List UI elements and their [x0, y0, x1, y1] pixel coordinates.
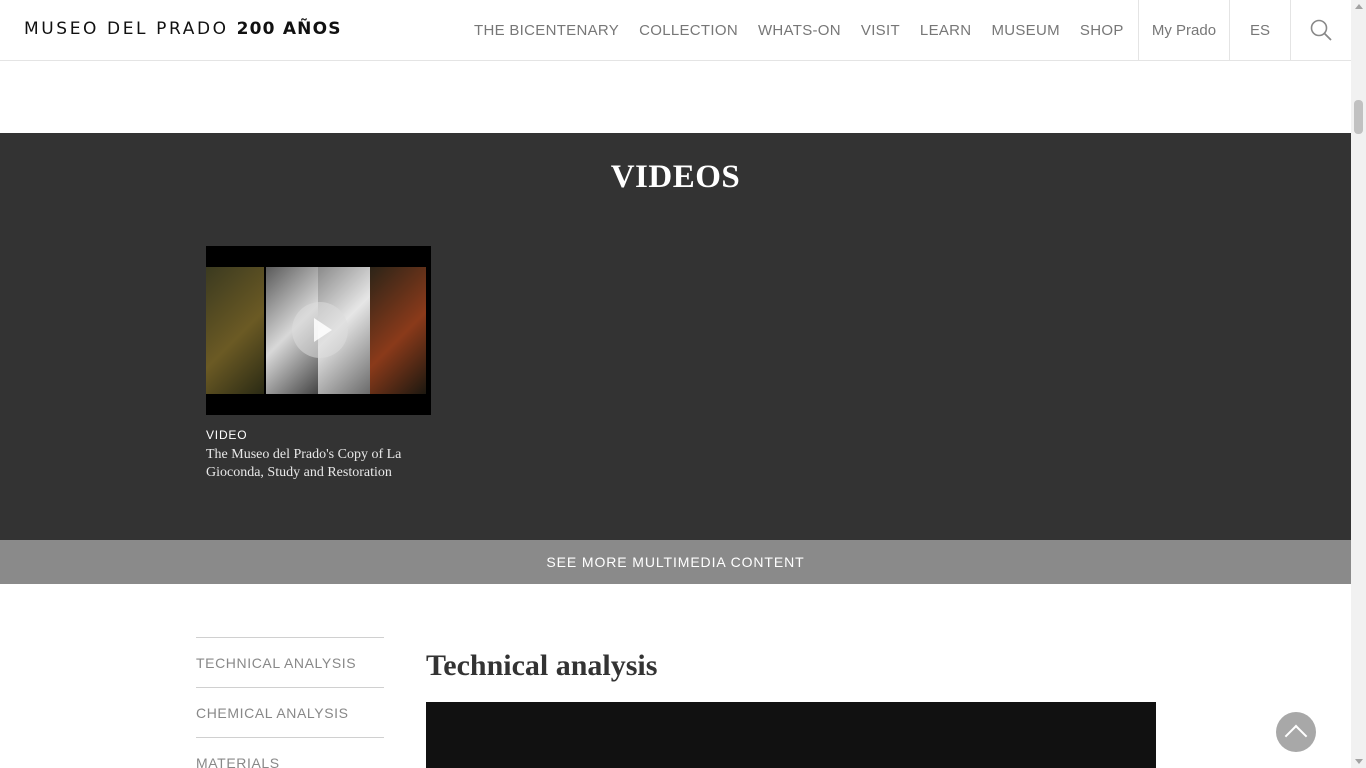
logo-text: MUSEO DEL PRADO [24, 19, 229, 39]
scrollbar-thumb[interactable] [1354, 100, 1363, 134]
search-icon [1310, 19, 1332, 41]
main-nav: THE BICENTENARY COLLECTION WHATS-ON VISI… [464, 0, 1134, 60]
video-type-label: VIDEO [206, 428, 248, 442]
nav-museum[interactable]: MUSEUM [981, 22, 1069, 39]
technical-analysis-image [426, 702, 1156, 768]
video-title-link[interactable]: The Museo del Prado's Copy of La Giocond… [206, 446, 431, 482]
header-actions: My Prado ES [1138, 0, 1351, 60]
nav-collection[interactable]: COLLECTION [629, 22, 748, 39]
search-button[interactable] [1290, 0, 1351, 60]
side-item-chemical-analysis[interactable]: CHEMICAL ANALYSIS [196, 687, 384, 737]
language-switch[interactable]: ES [1229, 0, 1290, 60]
analysis-side-menu: TECHNICAL ANALYSIS CHEMICAL ANALYSIS MAT… [196, 637, 384, 768]
site-header: MUSEO DEL PRADO 200 AÑOS THE BICENTENARY… [0, 0, 1351, 61]
logo-bold-text: 200 AÑOS [236, 19, 342, 39]
side-item-technical-analysis[interactable]: TECHNICAL ANALYSIS [196, 637, 384, 687]
nav-whats-on[interactable]: WHATS-ON [748, 22, 851, 39]
scroll-up-arrow-icon[interactable] [1355, 4, 1363, 9]
nav-learn[interactable]: LEARN [910, 22, 982, 39]
nav-shop[interactable]: SHOP [1070, 22, 1134, 39]
videos-section: VIDEOS VIDEO The Museo del Prado's Copy … [0, 133, 1351, 540]
see-more-multimedia-button[interactable]: SEE MORE MULTIMEDIA CONTENT [0, 540, 1351, 584]
my-prado-link[interactable]: My Prado [1138, 0, 1229, 60]
nav-the-bicentenary[interactable]: THE BICENTENARY [464, 22, 629, 39]
nav-visit[interactable]: VISIT [851, 22, 910, 39]
videos-heading: VIDEOS [610, 159, 741, 195]
scroll-down-arrow-icon[interactable] [1355, 759, 1363, 764]
side-item-materials[interactable]: MATERIALS [196, 737, 384, 768]
page-scrollbar[interactable] [1351, 0, 1366, 768]
video-thumbnail[interactable] [206, 246, 431, 415]
play-icon[interactable] [292, 302, 348, 358]
site-logo[interactable]: MUSEO DEL PRADO 200 AÑOS [24, 19, 342, 39]
video-card[interactable]: VIDEO The Museo del Prado's Copy of La G… [206, 246, 431, 482]
back-to-top-chevron-icon[interactable] [1276, 712, 1316, 752]
section-title: Technical analysis [426, 649, 658, 682]
